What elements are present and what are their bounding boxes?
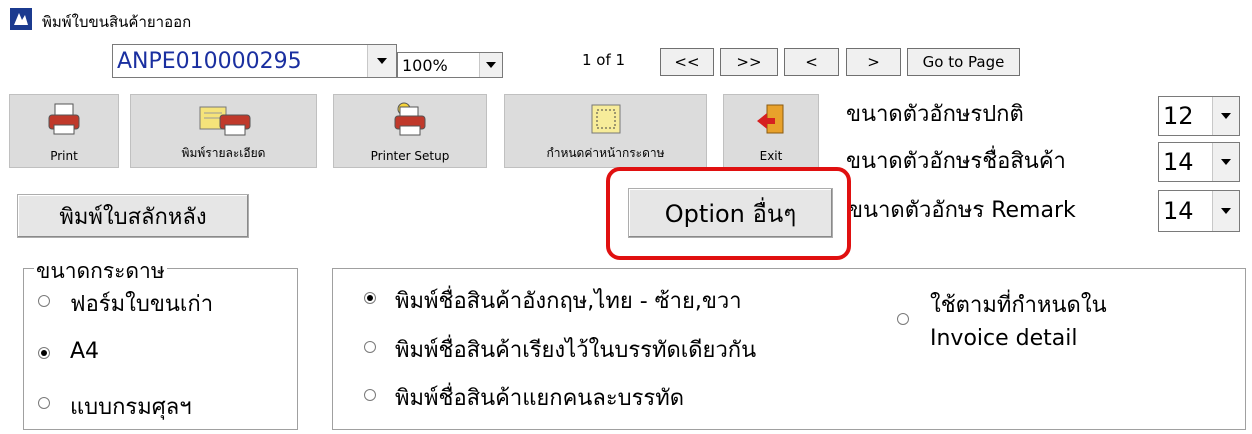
- chevron-down-icon[interactable]: [1212, 143, 1239, 181]
- print-button[interactable]: Print: [9, 94, 119, 168]
- product-font-size-value: 14: [1163, 148, 1194, 176]
- exit-label: Exit: [759, 149, 783, 163]
- invoice-detail-label-line2: Invoice detail: [930, 326, 1078, 351]
- chevron-down-icon[interactable]: [479, 53, 502, 77]
- product-font-size-label: ขนาดตัวอักษรชื่อสินค้า: [846, 149, 1066, 174]
- print-detail-label: พิมพ์รายละเอียด: [181, 146, 266, 160]
- exit-icon: [753, 101, 789, 143]
- paper-customs-label: แบบกรมศุลฯ: [70, 395, 192, 420]
- remark-font-size-label: ขนาดตัวอักษร Remark: [848, 198, 1076, 223]
- paper-customs-radio[interactable]: [38, 397, 50, 409]
- print-label: Print: [50, 149, 78, 163]
- normal-font-size-value: 12: [1163, 102, 1194, 130]
- print-detail-icon: [194, 101, 254, 143]
- zoom-select[interactable]: 100%: [397, 52, 503, 78]
- printer-setup-label: Printer Setup: [370, 149, 450, 163]
- paper-size-legend: ขนาดกระดาษ: [34, 255, 167, 288]
- go-to-page-button[interactable]: Go to Page: [907, 48, 1020, 76]
- remark-font-size-select[interactable]: 14: [1158, 190, 1240, 232]
- paper-a4-radio[interactable]: [38, 347, 50, 359]
- product-font-size-select[interactable]: 14: [1158, 142, 1240, 182]
- paper-a4-label: A4: [70, 339, 100, 364]
- name-same-line-label: พิมพ์ชื่อสินค้าเรียงไว้ในบรรทัดเดียวกัน: [395, 338, 757, 363]
- next-page-button[interactable]: >: [846, 48, 901, 76]
- remark-font-size-value: 14: [1163, 197, 1194, 225]
- name-left-right-label: พิมพ์ชื่อสินค้าอังกฤษ,ไทย - ซ้าย,ขวา: [395, 289, 742, 314]
- name-same-line-radio[interactable]: [364, 341, 376, 353]
- zoom-value: 100%: [402, 56, 448, 75]
- last-page-button[interactable]: >>: [720, 48, 778, 76]
- print-detail-button[interactable]: พิมพ์รายละเอียด: [130, 94, 317, 168]
- normal-font-size-label: ขนาดตัวอักษรปกติ: [846, 102, 1024, 127]
- printer-setup-button[interactable]: Printer Setup: [333, 94, 487, 168]
- document-number-value: ANPE010000295: [117, 49, 302, 74]
- highlight-box: [606, 167, 851, 260]
- name-separate-line-radio[interactable]: [364, 389, 376, 401]
- paper-old-form-label: ฟอร์มใบขนเก่า: [70, 292, 214, 317]
- paper-old-form-radio[interactable]: [38, 295, 50, 307]
- page-setup-button[interactable]: กำหนดค่าหน้ากระดาษ: [504, 94, 707, 168]
- first-page-button[interactable]: <<: [660, 48, 714, 76]
- printer-setup-icon: [390, 101, 430, 143]
- page-setup-label: กำหนดค่าหน้ากระดาษ: [546, 146, 665, 160]
- app-icon: [10, 8, 32, 30]
- chevron-down-icon[interactable]: [1212, 191, 1239, 231]
- prev-page-button[interactable]: <: [784, 48, 839, 76]
- page-info: 1 of 1: [582, 51, 626, 69]
- name-left-right-radio[interactable]: [364, 292, 376, 304]
- exit-button[interactable]: Exit: [723, 94, 819, 168]
- invoice-detail-label-line1: ใช้ตามที่กำหนดใน: [930, 293, 1107, 318]
- window-title: พิมพ์ใบขนสินค้ายาออก: [42, 13, 192, 31]
- page-setup-icon: [586, 101, 626, 143]
- printer-icon: [46, 101, 82, 141]
- chevron-down-icon[interactable]: [367, 45, 396, 77]
- document-number-select[interactable]: ANPE010000295: [112, 44, 397, 78]
- chevron-down-icon[interactable]: [1212, 97, 1239, 135]
- print-back-button[interactable]: พิมพ์ใบสลักหลัง: [17, 194, 249, 238]
- name-separate-line-label: พิมพ์ชื่อสินค้าแยกคนละบรรทัด: [395, 386, 685, 411]
- invoice-detail-radio[interactable]: [897, 313, 909, 325]
- normal-font-size-select[interactable]: 12: [1158, 96, 1240, 136]
